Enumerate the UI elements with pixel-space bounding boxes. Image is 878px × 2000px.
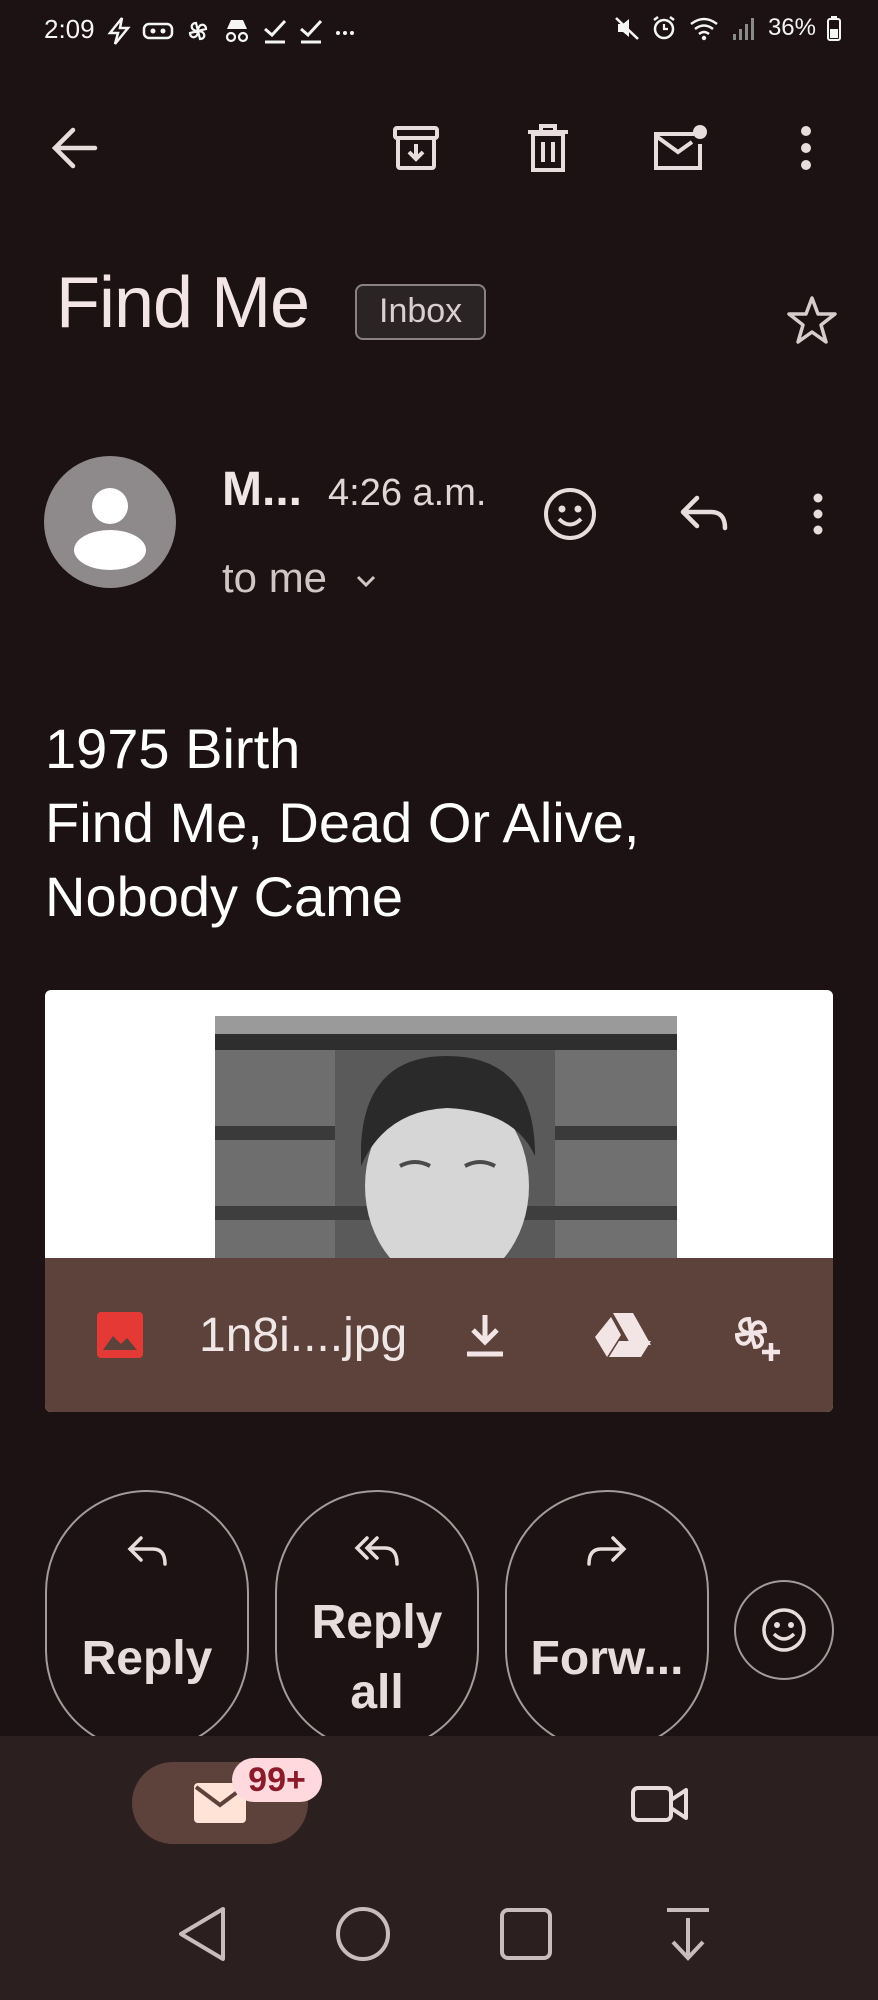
sender-name[interactable]: M... — [222, 462, 302, 517]
wifi-icon — [688, 14, 720, 42]
recipient-dropdown[interactable]: to me — [222, 554, 377, 602]
pinwheel-icon — [184, 17, 212, 45]
person-icon — [74, 488, 146, 570]
reply-label: Reply — [81, 1632, 213, 1685]
reply-icon — [47, 1534, 247, 1568]
more-vert-icon — [798, 123, 814, 173]
reply-all-label-line1: Reply — [311, 1596, 443, 1649]
mark-unread-button[interactable] — [648, 116, 712, 180]
reply-icon-button[interactable] — [672, 482, 736, 546]
meet-tab[interactable] — [628, 1772, 692, 1836]
square-recents-icon — [498, 1906, 554, 1962]
email-time: 4:26 a.m. — [328, 472, 487, 514]
smiley-icon — [760, 1606, 808, 1654]
mark-unread-icon — [650, 122, 710, 174]
charging-icon — [106, 16, 132, 46]
recipient-label: to me — [222, 554, 328, 601]
bottom-navigation — [0, 1736, 878, 2000]
forward-label: Forw... — [530, 1632, 684, 1685]
reply-icon — [677, 492, 731, 536]
alarm-icon — [650, 14, 678, 42]
delete-icon — [524, 122, 572, 174]
attachment-thumbnail[interactable] — [215, 1016, 677, 1260]
system-home-button[interactable] — [331, 1902, 395, 1966]
check-icon — [262, 17, 288, 45]
video-camera-icon — [630, 1782, 690, 1826]
status-icons-right: 36% — [614, 14, 842, 42]
mute-icon — [614, 14, 640, 42]
archive-icon — [390, 122, 442, 174]
react-emoji-button[interactable] — [734, 1580, 834, 1680]
attachment-bar: 1n8i....jpg — [45, 1258, 833, 1412]
more-options-button[interactable] — [774, 116, 838, 180]
star-button[interactable] — [780, 288, 844, 352]
system-back-button[interactable] — [170, 1902, 234, 1966]
vr-icon — [142, 18, 174, 44]
sender-avatar[interactable] — [44, 456, 176, 588]
inbox-label-badge[interactable]: Inbox — [355, 284, 487, 340]
status-icons-left — [106, 16, 356, 46]
more-vert-icon — [811, 491, 825, 537]
attachment-filename: 1n8i....jpg — [199, 1309, 408, 1362]
unread-count-badge: 99+ — [232, 1758, 322, 1802]
check-icon — [298, 17, 324, 45]
forward-icon — [507, 1534, 707, 1568]
delete-button[interactable] — [516, 116, 580, 180]
system-recents-button[interactable] — [494, 1902, 558, 1966]
attachment-card[interactable]: 1n8i....jpg — [45, 990, 833, 1412]
add-to-photos-button[interactable] — [723, 1303, 787, 1367]
status-time: 2:09 — [44, 14, 95, 44]
reply-all-button[interactable]: Reply all — [275, 1490, 479, 1752]
back-button[interactable] — [42, 116, 106, 180]
smiley-icon — [542, 486, 598, 542]
add-reaction-button[interactable] — [538, 482, 602, 546]
status-bar: 2:09 36% — [0, 0, 878, 64]
battery-icon — [826, 14, 842, 42]
download-button[interactable] — [453, 1303, 517, 1367]
reply-all-icon — [277, 1534, 477, 1568]
hide-keyboard-button[interactable] — [656, 1902, 720, 1966]
signal-icon — [730, 14, 758, 42]
download-icon — [467, 1315, 503, 1357]
photos-add-icon — [734, 1316, 780, 1361]
reply-button[interactable]: Reply — [45, 1490, 249, 1752]
email-body: 1975 Birth Find Me, Dead Or Alive, Nobod… — [45, 712, 639, 934]
more-dots-icon — [334, 17, 356, 45]
body-line: Find Me, Dead Or Alive, — [45, 791, 640, 854]
chevron-down-icon — [355, 574, 377, 588]
star-icon — [785, 294, 839, 346]
message-more-button[interactable] — [786, 482, 850, 546]
drive-icon — [595, 1313, 651, 1357]
forward-button[interactable]: Forw... — [505, 1490, 709, 1752]
circle-home-icon — [335, 1906, 391, 1962]
arrow-down-to-line-icon — [663, 1906, 713, 1962]
triangle-back-icon — [175, 1905, 229, 1963]
reply-all-label-line2: all — [350, 1666, 404, 1719]
body-line: Nobody Came — [45, 865, 403, 928]
battery-percent: 36% — [767, 14, 816, 41]
image-file-icon — [95, 1310, 145, 1360]
archive-button[interactable] — [384, 116, 448, 180]
body-line: 1975 Birth — [45, 717, 301, 780]
email-subject: Find Me — [56, 263, 310, 343]
save-to-drive-button[interactable] — [591, 1303, 655, 1367]
back-arrow-icon — [49, 126, 99, 170]
incognito-icon — [222, 17, 252, 45]
